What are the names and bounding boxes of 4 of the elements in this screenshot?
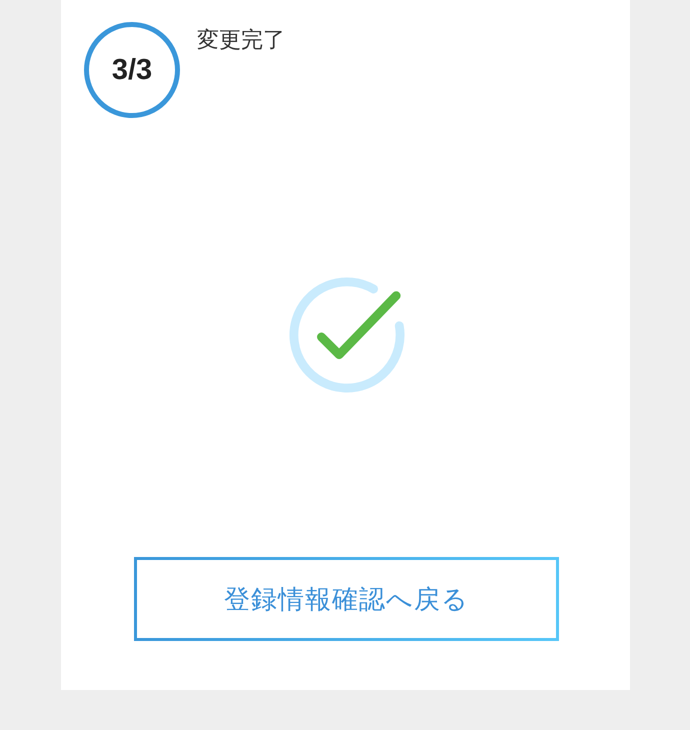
page-title: 変更完了 — [197, 28, 285, 54]
step-badge: 3/3 — [84, 22, 180, 118]
back-button[interactable]: 登録情報確認へ戻る — [134, 557, 559, 641]
check-circle-icon — [288, 276, 406, 394]
